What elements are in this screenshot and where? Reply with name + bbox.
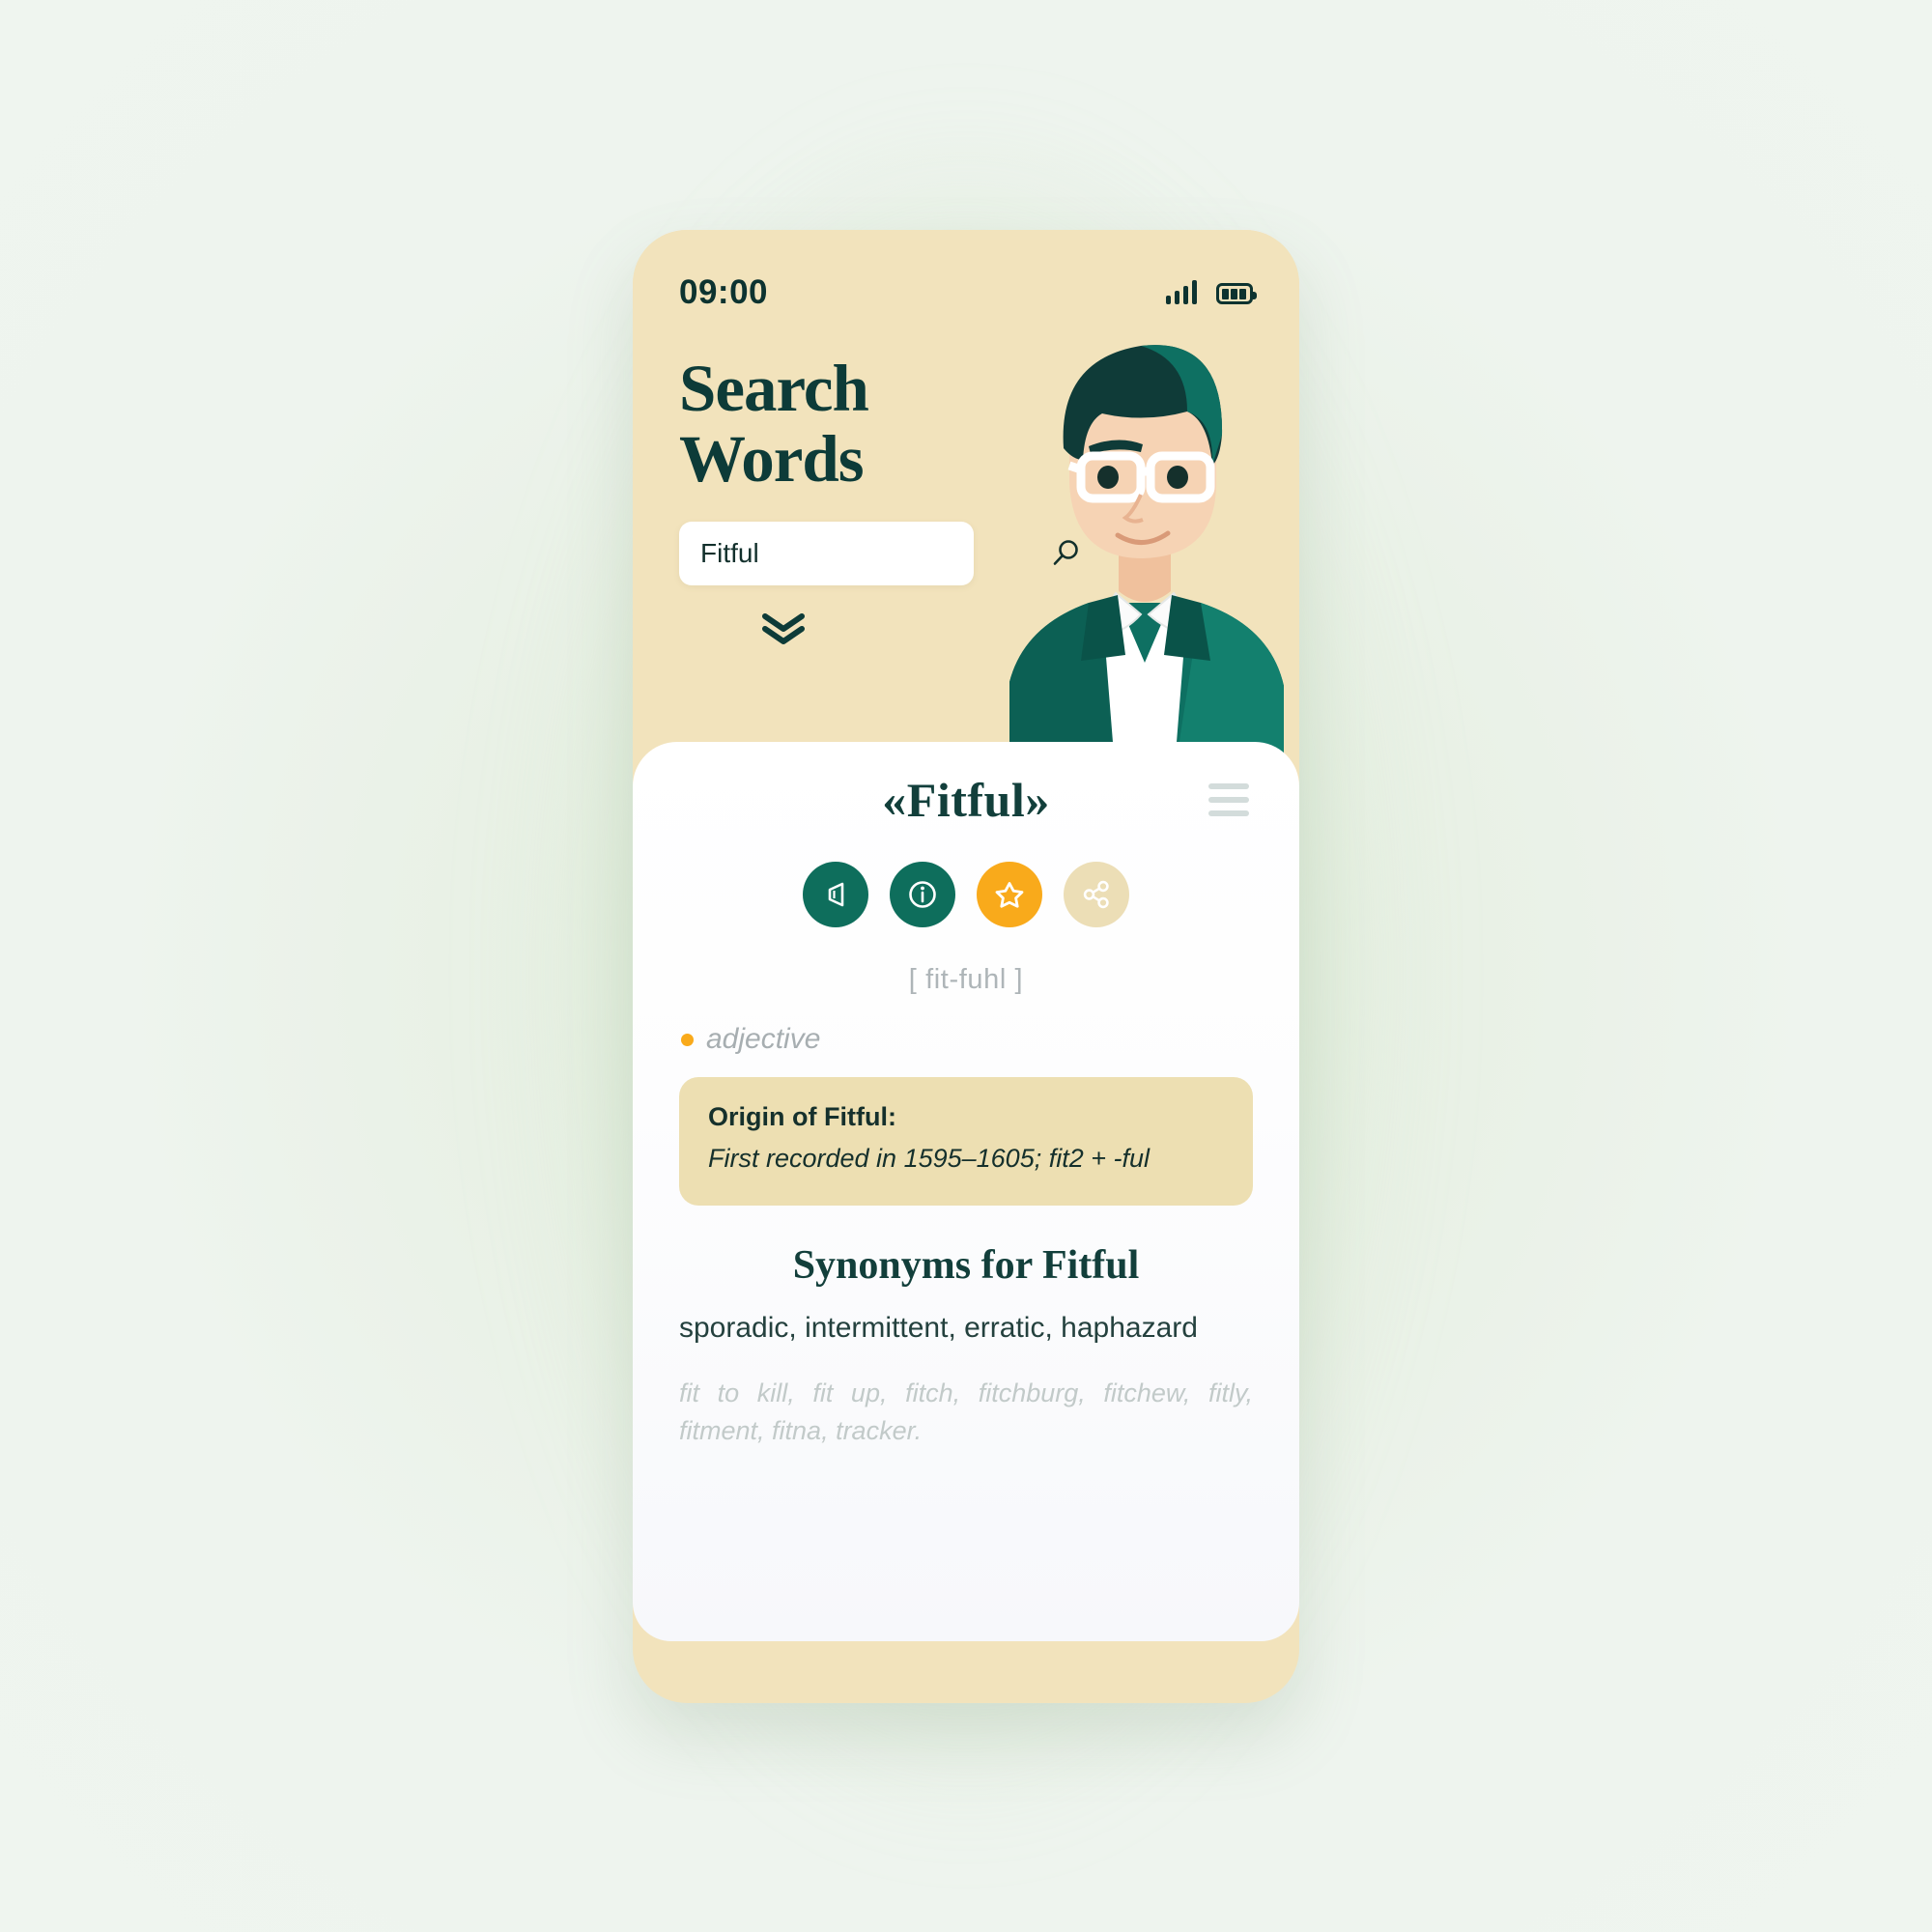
origin-text: First recorded in 1595–1605; fit2 + -ful xyxy=(708,1144,1151,1173)
hamburger-menu-icon[interactable] xyxy=(1208,783,1249,816)
origin-card: Origin of Fitful: First recorded in 1595… xyxy=(679,1077,1253,1206)
share-button[interactable] xyxy=(1064,862,1129,927)
bullet-dot-icon xyxy=(681,1033,694,1046)
related-words-list[interactable]: fit to kill, fit up, fitch, fitchburg, f… xyxy=(679,1375,1253,1450)
word-detail-panel: «Fitful» [fit-fuhl] adjective Origin o… xyxy=(633,742,1299,1641)
pronounce-button[interactable] xyxy=(803,862,868,927)
man-with-glasses-illustration xyxy=(1009,345,1284,779)
speaker-icon xyxy=(828,882,844,907)
panel-header: «Fitful» xyxy=(679,742,1253,858)
search-input[interactable] xyxy=(700,538,1049,569)
part-of-speech-label: adjective xyxy=(706,1023,821,1055)
synonyms-title: Synonyms for Fitful xyxy=(792,1242,1140,1288)
word-title: «Fitful» xyxy=(882,773,1050,827)
part-of-speech-row: adjective xyxy=(679,1023,1253,1056)
pronunciation: [ fit-fuhl ] xyxy=(908,964,1024,995)
double-chevron-down-icon[interactable] xyxy=(757,609,810,647)
origin-title: Origin of Fitful: xyxy=(708,1102,896,1131)
action-buttons-row xyxy=(679,862,1253,927)
favorite-button[interactable] xyxy=(977,862,1042,927)
page-title-line-2: Words xyxy=(679,422,865,497)
info-button[interactable] xyxy=(890,862,955,927)
page-title: Search Words xyxy=(679,352,869,497)
phone-screen: 09:00 Search Words Fitful «Fitful» [fit… xyxy=(633,230,1299,1703)
synonyms-list[interactable]: sporadic, intermittent, erratic, haphaza… xyxy=(679,1306,1253,1350)
search-icon[interactable] xyxy=(1049,537,1082,570)
share-icon xyxy=(1083,880,1109,909)
info-icon xyxy=(909,881,936,908)
header-section: 09:00 Search Words Fitful xyxy=(633,230,1299,781)
status-time: 09:00 xyxy=(679,273,769,311)
search-bar[interactable] xyxy=(679,522,1078,585)
star-icon xyxy=(995,882,1024,908)
page-title-line-1: Search xyxy=(679,352,869,425)
